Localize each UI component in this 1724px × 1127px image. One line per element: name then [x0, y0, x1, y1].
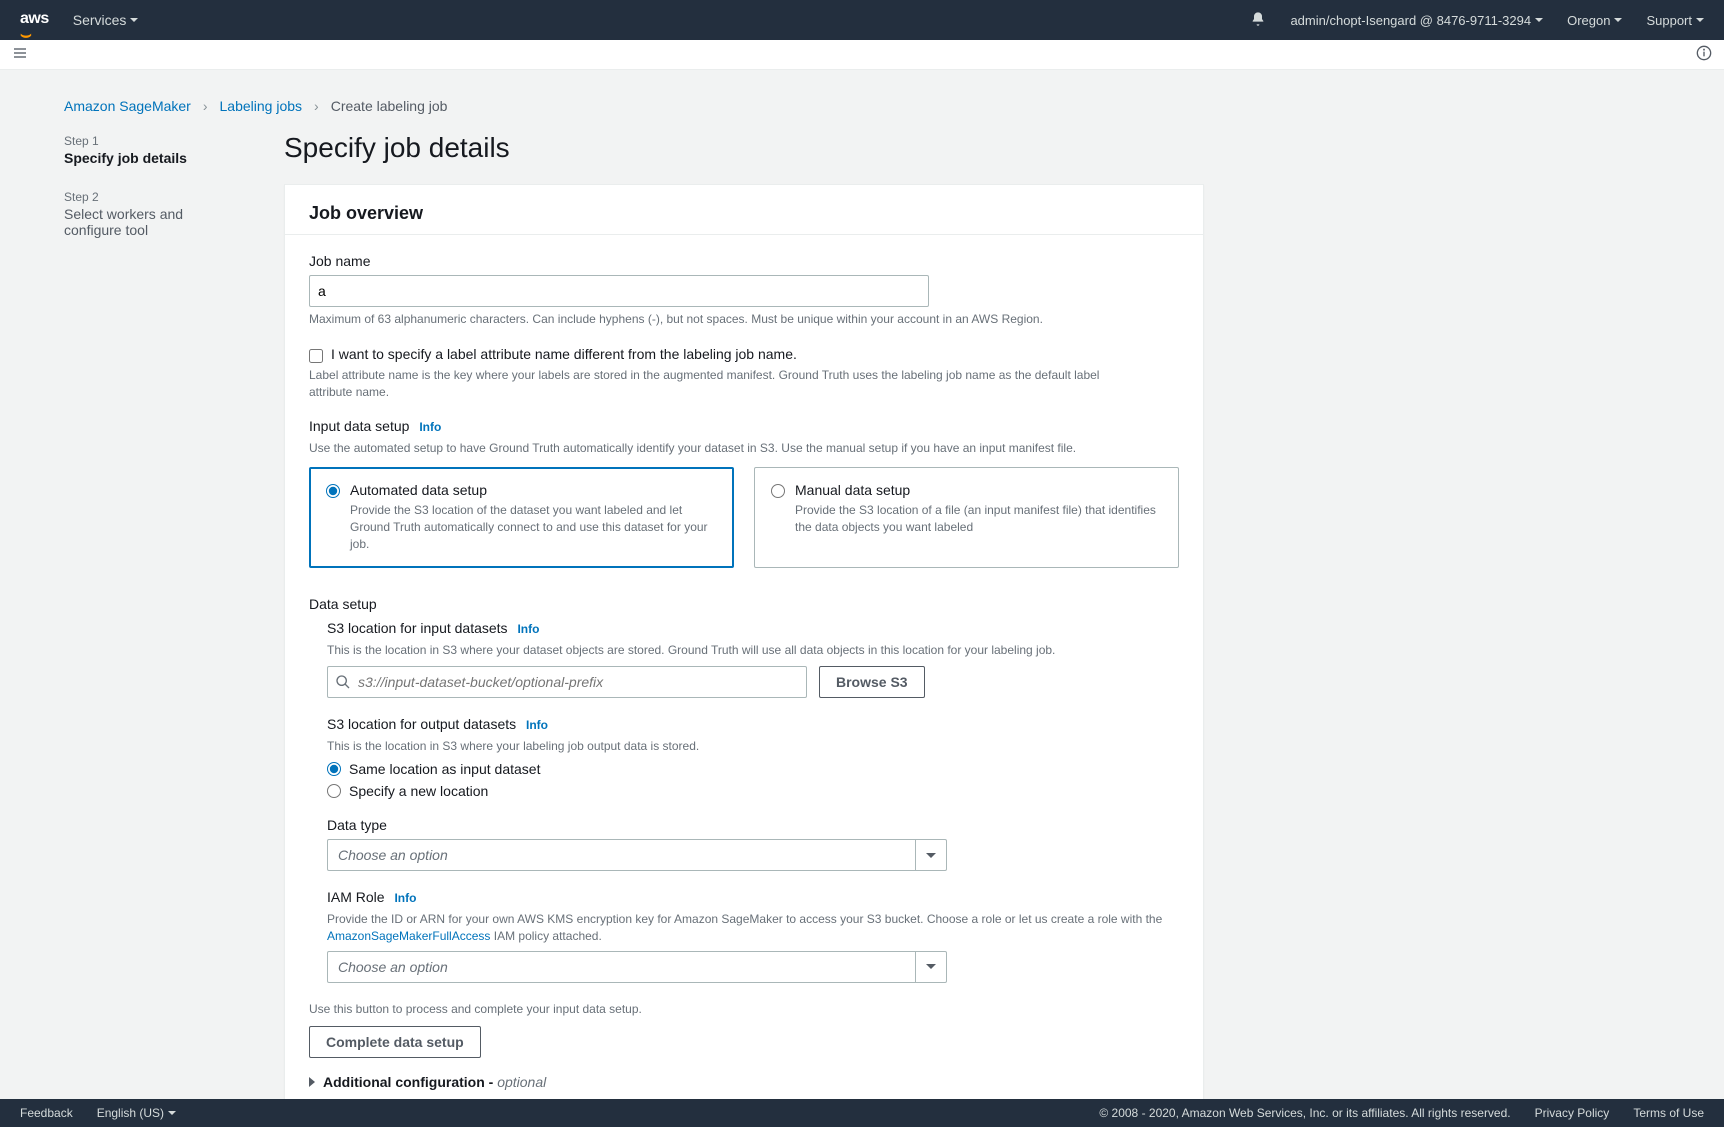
hamburger-icon[interactable]: [12, 45, 28, 64]
step-1[interactable]: Step 1 Specify job details: [64, 134, 244, 166]
job-name-field: Job name Maximum of 63 alphanumeric char…: [309, 253, 1179, 328]
input-data-setup-help: Use the automated setup to have Ground T…: [309, 440, 1179, 457]
step-number: Step 2: [64, 190, 244, 204]
automated-setup-radio[interactable]: [326, 484, 340, 498]
select-placeholder: Choose an option: [338, 959, 448, 975]
additional-configuration-label: Additional configuration - optional: [323, 1074, 546, 1090]
s3-output-label: S3 location for output datasets Info: [327, 716, 1179, 732]
s3-input-field: S3 location for input datasets Info This…: [327, 620, 1179, 699]
info-link[interactable]: Info: [526, 718, 548, 732]
s3-output-field: S3 location for output datasets Info Thi…: [327, 716, 1179, 799]
same-location-radio[interactable]: [327, 762, 341, 776]
info-link[interactable]: Info: [517, 622, 539, 636]
breadcrumb-current: Create labeling job: [331, 98, 448, 114]
additional-configuration-toggle[interactable]: Additional configuration - optional: [309, 1074, 1179, 1090]
support-label: Support: [1646, 13, 1692, 28]
complete-setup-help: Use this button to process and complete …: [309, 1001, 1179, 1018]
job-name-help: Maximum of 63 alphanumeric characters. C…: [309, 311, 1179, 328]
same-location-label[interactable]: Same location as input dataset: [349, 761, 540, 777]
support-menu[interactable]: Support: [1646, 13, 1704, 28]
account-label: admin/chopt-Isengard @ 8476-9711-3294: [1290, 13, 1531, 28]
input-data-setup-label: Input data setup Info: [309, 418, 1179, 434]
caret-down-icon: [1614, 18, 1622, 22]
s3-input-path[interactable]: [327, 666, 807, 698]
caret-down-icon: [1696, 18, 1704, 22]
caret-down-icon: [926, 964, 936, 969]
job-overview-panel: Job overview Job name Maximum of 63 alph…: [284, 184, 1204, 1099]
data-type-label: Data type: [327, 817, 1179, 833]
label-attribute-checkbox[interactable]: [309, 349, 323, 363]
copyright-text: © 2008 - 2020, Amazon Web Services, Inc.…: [1099, 1106, 1510, 1120]
language-menu[interactable]: English (US): [97, 1106, 176, 1120]
automated-setup-tile[interactable]: Automated data setup Provide the S3 loca…: [309, 467, 734, 567]
aws-logo[interactable]: aws⌣: [20, 10, 49, 30]
iam-role-label: IAM Role Info: [327, 889, 1179, 905]
step-2[interactable]: Step 2 Select workers and configure tool: [64, 190, 244, 238]
breadcrumb-labeling-jobs[interactable]: Labeling jobs: [220, 98, 303, 114]
job-name-label: Job name: [309, 253, 1179, 269]
iam-role-select[interactable]: Choose an option: [327, 951, 947, 983]
info-icon[interactable]: [1696, 45, 1712, 64]
tile-title: Manual data setup: [795, 482, 1162, 498]
label-attribute-checkbox-label[interactable]: I want to specify a label attribute name…: [331, 346, 797, 362]
triangle-right-icon: [309, 1077, 315, 1087]
feedback-link[interactable]: Feedback: [20, 1106, 73, 1120]
s3-output-help: This is the location in S3 where your la…: [327, 738, 1179, 755]
privacy-link[interactable]: Privacy Policy: [1535, 1106, 1610, 1120]
input-data-setup-field: Input data setup Info Use the automated …: [309, 418, 1179, 567]
page-title: Specify job details: [284, 132, 1204, 164]
s3-input-label: S3 location for input datasets Info: [327, 620, 1179, 636]
step-title: Specify job details: [64, 150, 244, 166]
step-title: Select workers and configure tool: [64, 206, 244, 238]
iam-role-field: IAM Role Info Provide the ID or ARN for …: [327, 889, 1179, 983]
breadcrumb-root[interactable]: Amazon SageMaker: [64, 98, 191, 114]
info-link[interactable]: Info: [419, 420, 441, 434]
breadcrumb: Amazon SageMaker › Labeling jobs › Creat…: [64, 82, 1660, 126]
services-label: Services: [73, 12, 127, 28]
s3-input-help: This is the location in S3 where your da…: [327, 642, 1179, 659]
browse-s3-button[interactable]: Browse S3: [819, 666, 925, 698]
complete-data-setup-button[interactable]: Complete data setup: [309, 1026, 481, 1058]
manual-setup-radio[interactable]: [771, 484, 785, 498]
terms-link[interactable]: Terms of Use: [1633, 1106, 1704, 1120]
caret-down-icon: [926, 853, 936, 858]
data-type-field: Data type Choose an option: [327, 817, 1179, 871]
caret-down-icon: [1535, 18, 1543, 22]
job-name-input[interactable]: [309, 275, 929, 307]
iam-policy-link[interactable]: AmazonSageMakerFullAccess: [327, 929, 490, 943]
chevron-right-icon: ›: [314, 98, 319, 114]
sub-bar: [0, 40, 1724, 70]
label-attribute-field: I want to specify a label attribute name…: [309, 346, 1179, 401]
iam-role-help: Provide the ID or ARN for your own AWS K…: [327, 911, 1179, 945]
new-location-label[interactable]: Specify a new location: [349, 783, 488, 799]
notifications-icon[interactable]: [1250, 11, 1266, 30]
data-type-select[interactable]: Choose an option: [327, 839, 947, 871]
manual-setup-tile[interactable]: Manual data setup Provide the S3 locatio…: [754, 467, 1179, 567]
caret-down-icon: [168, 1111, 176, 1115]
info-link[interactable]: Info: [394, 891, 416, 905]
region-label: Oregon: [1567, 13, 1610, 28]
step-number: Step 1: [64, 134, 244, 148]
select-placeholder: Choose an option: [338, 847, 448, 863]
tile-desc: Provide the S3 location of the dataset y…: [350, 502, 717, 552]
tile-title: Automated data setup: [350, 482, 717, 498]
label-attribute-help: Label attribute name is the key where yo…: [309, 367, 1109, 401]
wizard-steps: Step 1 Specify job details Step 2 Select…: [64, 126, 244, 262]
panel-header: Job overview: [285, 185, 1203, 235]
account-menu[interactable]: admin/chopt-Isengard @ 8476-9711-3294: [1290, 13, 1543, 28]
search-icon: [335, 674, 351, 690]
caret-down-icon: [130, 18, 138, 22]
chevron-right-icon: ›: [203, 98, 208, 114]
new-location-radio[interactable]: [327, 784, 341, 798]
top-nav: aws⌣ Services admin/chopt-Isengard @ 847…: [0, 0, 1724, 40]
footer: Feedback English (US) © 2008 - 2020, Ama…: [0, 1099, 1724, 1127]
language-label: English (US): [97, 1106, 164, 1120]
s3-input-search: [327, 666, 807, 698]
region-menu[interactable]: Oregon: [1567, 13, 1622, 28]
data-setup-heading: Data setup: [309, 596, 1179, 612]
tile-desc: Provide the S3 location of a file (an in…: [795, 502, 1162, 536]
services-menu[interactable]: Services: [73, 12, 139, 28]
